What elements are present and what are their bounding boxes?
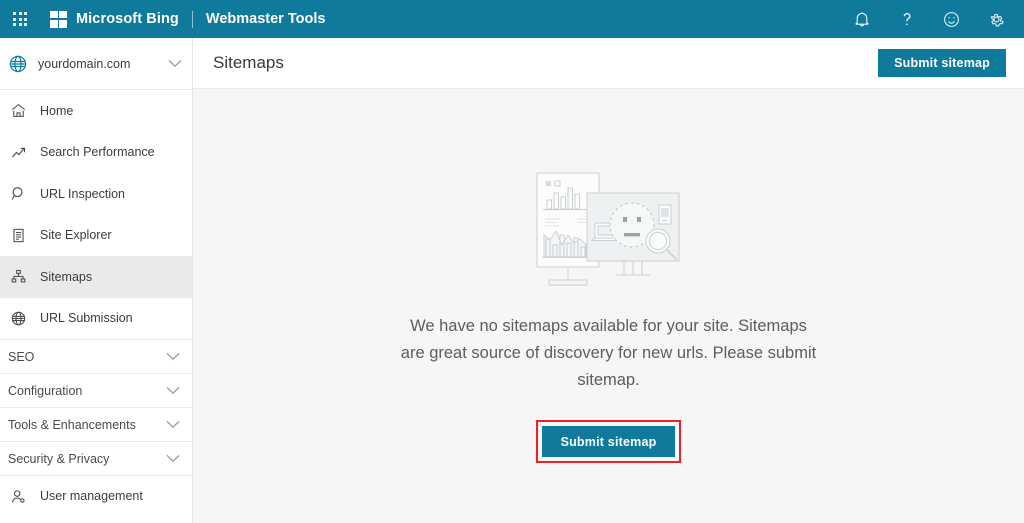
sidebar-item-label: Home [40,103,74,118]
global-header: Microsoft Bing Webmaster Tools [0,0,1024,38]
sitemap-hierarchy-icon [8,267,28,287]
user-person-icon [8,486,28,506]
sidebar-item-label: User management [40,489,143,504]
empty-state: We have no sitemaps available for your s… [193,89,1024,523]
sidebar-item-home[interactable]: Home [0,90,192,132]
chevron-down-icon[interactable] [166,416,180,434]
empty-state-message: We have no sitemaps available for your s… [400,317,817,389]
main-content: Sitemaps Submit sitemap We have no sitem… [193,38,1024,523]
submit-sitemap-button[interactable]: Submit sitemap [541,426,676,457]
sidebar-item-label: URL Submission [40,311,133,326]
sidebar-item-label: Search Performance [40,145,155,160]
sidebar-group-tools-enhancements[interactable]: Tools & Enhancements [0,407,192,441]
app-window: Microsoft Bing Webmaster Tools yourdomai… [0,0,1024,523]
sidebar: yourdomain.com Home Search Performance U… [0,38,193,523]
chevron-down-icon[interactable] [168,55,182,73]
magnifier-icon [8,184,28,204]
sidebar-item-label: Sitemaps [40,269,93,284]
submit-sitemap-cta-wrapper: Submit sitemap [535,420,682,463]
submit-sitemap-header-button[interactable]: Submit sitemap [878,49,1006,77]
chevron-down-icon[interactable] [166,382,180,400]
no-data-dashboard-illustration [536,172,679,286]
sidebar-item-site-explorer[interactable]: Site Explorer [0,215,192,257]
page-title: Sitemaps [213,53,284,72]
site-selector[interactable]: yourdomain.com [0,38,192,90]
sidebar-item-label: Site Explorer [40,228,112,243]
sidebar-group-seo[interactable]: SEO [0,339,192,373]
product-name[interactable]: Webmaster Tools [206,11,326,27]
page-header: Sitemaps Submit sitemap [193,38,1024,89]
sidebar-item-url-submission[interactable]: URL Submission [0,298,192,340]
globe-icon [8,54,28,74]
selected-site-label: yourdomain.com [38,56,131,71]
app-body: yourdomain.com Home Search Performance U… [0,38,1024,523]
app-launcher-waffle-icon[interactable] [10,9,30,29]
sidebar-group-security-privacy[interactable]: Security & Privacy [0,441,192,475]
header-divider [191,10,193,28]
globe-grid-icon [8,308,28,328]
help-question-icon[interactable] [897,10,916,29]
header-actions [852,10,1006,29]
sidebar-item-search-performance[interactable]: Search Performance [0,132,192,174]
sidebar-group-label: Tools & Enhancements [8,417,136,432]
sidebar-item-user-management[interactable]: User management [0,475,192,517]
sidebar-group-label: Configuration [8,383,83,398]
sidebar-item-url-inspection[interactable]: URL Inspection [0,173,192,215]
sidebar-group-label: SEO [8,349,35,364]
microsoft-logo-icon [50,10,67,28]
sidebar-item-sitemaps[interactable]: Sitemaps [0,256,192,298]
sidebar-group-configuration[interactable]: Configuration [0,373,192,407]
home-icon [8,101,28,121]
settings-gear-icon[interactable] [987,10,1006,29]
feedback-smiley-icon[interactable] [942,10,961,29]
sidebar-nav: Home Search Performance URL Inspection S… [0,90,192,517]
brand-name[interactable]: Microsoft Bing [76,11,179,27]
notifications-bell-icon[interactable] [852,10,871,29]
sidebar-group-label: Security & Privacy [8,451,110,466]
sidebar-item-label: URL Inspection [40,186,125,201]
trending-up-icon [8,142,28,162]
document-list-icon [8,225,28,245]
chevron-down-icon[interactable] [166,348,180,366]
chevron-down-icon[interactable] [166,450,180,468]
